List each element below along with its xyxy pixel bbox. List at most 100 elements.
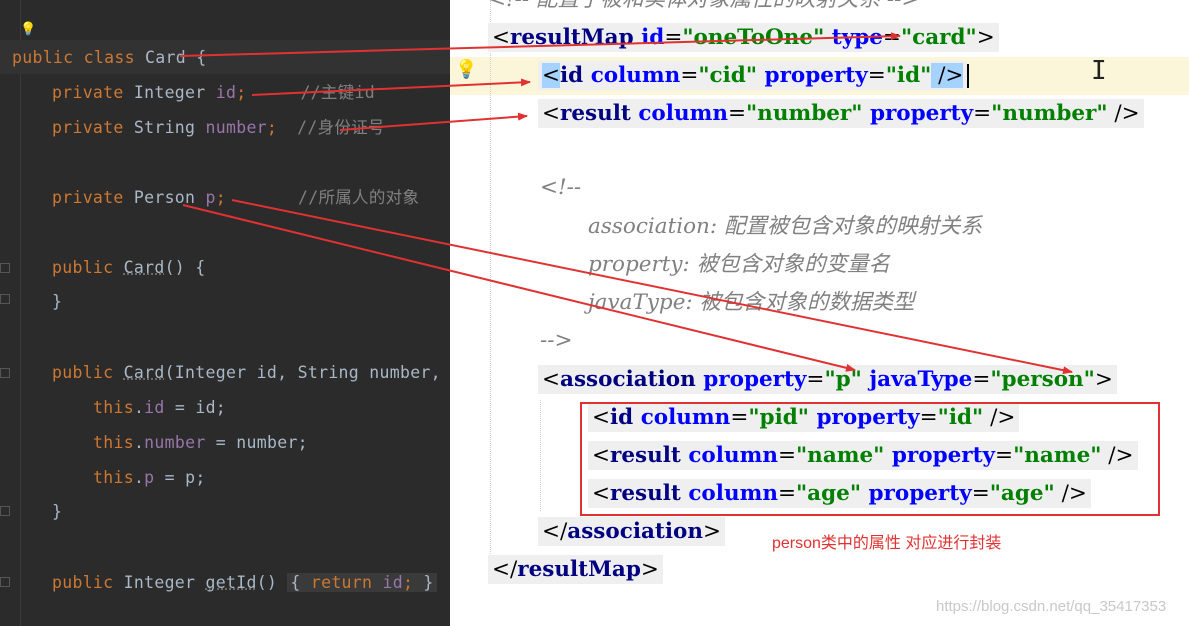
xml-comment-line: javaType: 被包含对象的数据类型	[588, 290, 915, 315]
xml-punct: </	[542, 519, 568, 544]
xml-line-resultmap-open[interactable]: <resultMap id="oneToOne" type="card">	[488, 22, 999, 54]
field-name: id	[382, 573, 403, 592]
code-line-assign-p[interactable]: this.p = p;	[93, 466, 206, 490]
method-name: Card	[123, 258, 165, 277]
xml-punct: =	[664, 25, 683, 50]
code-line-close-brace[interactable]: }	[52, 500, 62, 524]
xml-punct: =	[882, 25, 901, 50]
xml-comment-top: <!-- 配置了被和实体对象属性的映射关系 -->	[488, 0, 919, 16]
xml-attr: column	[583, 63, 681, 88]
field-name: id	[144, 398, 165, 417]
keyword: return	[300, 573, 383, 592]
keyword: this	[93, 433, 134, 452]
annotation-text: person类中的属性 对应进行封装	[772, 535, 1002, 552]
method-name: getId	[205, 573, 257, 592]
keyword: private	[52, 118, 134, 137]
code-line-close-brace[interactable]: }	[52, 290, 62, 314]
code-line-class-decl[interactable]: public class Card {	[12, 46, 206, 70]
xml-punct: <	[542, 63, 561, 88]
code-comment: //主键id	[300, 83, 375, 102]
code-punct: () {	[164, 258, 206, 277]
code-line-getter[interactable]: public Integer getId() { return id; }	[52, 571, 437, 595]
code-line-ctor-full[interactable]: public Card(Integer id, String number, P	[52, 361, 450, 385]
xml-attr: javaType	[861, 367, 973, 392]
xml-value: "number"	[991, 101, 1108, 126]
xml-attr: property	[862, 101, 974, 126]
fold-marker-icon[interactable]	[0, 294, 10, 304]
code-expr: = number;	[205, 433, 308, 452]
fold-marker-icon[interactable]	[0, 368, 10, 378]
xml-line-resultmap-close[interactable]: </resultMap>	[488, 554, 663, 586]
xml-punct: =	[680, 63, 699, 88]
type-name: Person	[133, 188, 206, 207]
type-name: String	[133, 118, 206, 137]
xml-tag: association	[567, 519, 704, 544]
code-punct: .	[133, 398, 145, 417]
xml-comment-line: association: 配置被包含对象的映射关系	[588, 214, 982, 239]
xml-punct: >	[703, 519, 722, 544]
code-punct: ;	[266, 118, 278, 137]
code-line-field-id[interactable]: private Integer id; //主键id	[52, 81, 375, 105]
xml-attr: id	[633, 25, 665, 50]
xml-punct: />	[931, 63, 964, 88]
xml-value: "cid"	[698, 63, 758, 88]
code-line-ctor-empty[interactable]: public Card() {	[52, 256, 206, 280]
keyword: public	[52, 258, 124, 277]
java-editor-pane[interactable]: 💡 public class Card { private Integer id…	[0, 0, 450, 626]
fold-marker-icon[interactable]	[0, 577, 10, 587]
xml-value: "oneToOne"	[682, 25, 825, 50]
keyword: this	[93, 398, 134, 417]
code-expr: = id;	[164, 398, 227, 417]
xml-line-association-close[interactable]: </association>	[538, 516, 726, 548]
keyword: private	[52, 188, 134, 207]
code-punct: {	[185, 48, 207, 67]
indent-guide	[540, 400, 541, 511]
code-punct: {	[290, 573, 301, 592]
code-line-assign-id[interactable]: this.id = id;	[93, 396, 226, 420]
lightbulb-icon[interactable]: 💡	[20, 22, 36, 36]
text-caret	[967, 64, 970, 88]
fold-marker-icon[interactable]	[0, 506, 10, 516]
xml-editor-pane[interactable]: 💡 I <!-- 配置了被和实体对象属性的映射关系 --> <resultMap…	[450, 0, 1189, 626]
lightbulb-icon[interactable]: 💡	[455, 59, 477, 79]
xml-punct: =	[727, 101, 746, 126]
xml-value: "number"	[745, 101, 863, 126]
xml-punct: <	[542, 101, 561, 126]
xml-line-association-open[interactable]: <association property="p" javaType="pers…	[538, 364, 1117, 396]
code-punct: ;	[402, 573, 414, 592]
class-name: Card	[145, 48, 186, 67]
xml-value: "card"	[900, 25, 977, 50]
xml-tag: result	[560, 101, 631, 126]
code-punct: }	[52, 292, 63, 311]
xml-attr: column	[630, 101, 728, 126]
xml-line-id-cid[interactable]: <id column="cid" property="id" />	[538, 60, 970, 92]
xml-line-result-number[interactable]: <result column="number" property="number…	[538, 98, 1144, 130]
code-line-assign-number[interactable]: this.number = number;	[93, 431, 308, 455]
code-line-field-p[interactable]: private Person p; //所属人的对象	[52, 186, 419, 210]
xml-comment-open: <!--	[540, 175, 582, 200]
fold-marker-icon[interactable]	[0, 263, 10, 273]
xml-attr: property	[695, 367, 807, 392]
type-name: Integer	[123, 573, 206, 592]
xml-punct: <	[492, 25, 511, 50]
code-punct: ;	[236, 83, 247, 102]
code-comment: //所属人的对象	[297, 188, 420, 207]
xml-punct: >	[640, 557, 659, 582]
xml-value: "p"	[824, 367, 862, 392]
code-params: (Integer id, String number, P	[164, 363, 450, 382]
xml-value: "id"	[885, 63, 932, 88]
keyword: public	[52, 573, 124, 592]
xml-comment-line: property: 被包含对象的变量名	[588, 252, 891, 277]
xml-tag: association	[560, 367, 696, 392]
xml-punct: =	[972, 367, 991, 392]
field-name: number	[205, 118, 267, 137]
type-name: Integer	[133, 83, 216, 102]
xml-value: "person"	[990, 367, 1095, 392]
folded-body[interactable]: { return id; }	[287, 573, 437, 592]
keyword: public	[52, 363, 124, 382]
text-cursor-icon: I	[1091, 56, 1107, 86]
code-line-field-number[interactable]: private String number; //身份证号	[52, 116, 385, 140]
xml-punct: >	[976, 25, 995, 50]
xml-punct: />	[1107, 101, 1140, 126]
code-punct: .	[133, 433, 145, 452]
